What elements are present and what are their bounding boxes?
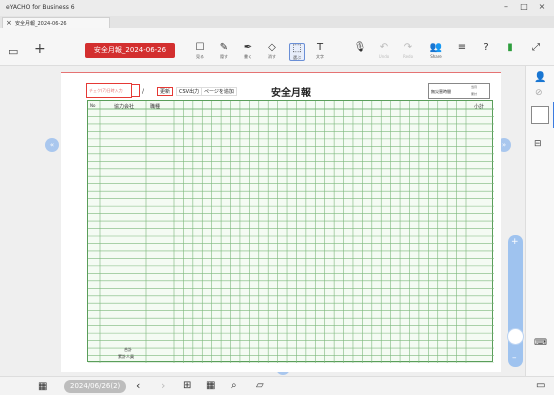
bottom-bar: ▦ 2024/06/26(2) ‹ › ⊞ ▦ ⌕ ▱ ▭ (0, 376, 554, 395)
no-accident-total: 累計 (471, 92, 478, 96)
no-accident-label: 無災害時間 (431, 89, 451, 94)
keyboard-icon[interactable]: ⌨ (534, 338, 547, 348)
next-page-button[interactable]: › (161, 379, 165, 392)
microphone-icon[interactable]: 🎙 (352, 43, 368, 61)
title-bar: eYACHO for Business 6 – □ × (0, 0, 554, 16)
share-icon[interactable]: 👥 Share (428, 43, 444, 61)
expand-icon[interactable]: ⤢ (528, 43, 544, 61)
pen-icon[interactable]: ✒ 書く (240, 43, 256, 61)
undo-icon[interactable]: ↶ Undo (376, 43, 392, 61)
page-date-badge[interactable]: 2024/06/26(2) (64, 380, 127, 393)
col-header-subtotal: 小計 (474, 104, 485, 110)
shape-icon[interactable]: ▱ (256, 380, 264, 391)
tab-bar: × 安全月報_2024-06-26 (0, 16, 554, 28)
user-icon[interactable]: 👤 (534, 72, 546, 83)
close-tab-icon[interactable]: × (6, 19, 12, 27)
grid-view-icon[interactable]: ▦ (206, 380, 215, 391)
calendar-icon[interactable]: ▦ (38, 381, 47, 392)
page-search-icon[interactable]: ⌕ (231, 380, 237, 391)
row-cumulative-label: 累計人員 (118, 354, 134, 359)
col-header-no: No (90, 103, 96, 108)
help-icon[interactable]: ? (478, 43, 494, 61)
csv-export-button[interactable]: CSV出力 (176, 87, 203, 96)
redo-icon[interactable]: ↷ Redo (400, 43, 416, 61)
zoom-slider-handle[interactable] (507, 328, 524, 345)
zoom-out-icon[interactable]: – (512, 353, 517, 363)
toolbar: ▭ + 安全月報_2024-06-26 ☐ 見る ✎ 隠す ✒ 書く ◇ 消す ⬚ 選ぶ … (0, 28, 554, 66)
minimize-button[interactable]: – (497, 2, 515, 14)
add-page-button[interactable]: ページを追加 (201, 87, 237, 96)
text-icon[interactable]: T 文字 (312, 43, 328, 61)
slash-text: / (142, 88, 145, 95)
close-window-button[interactable]: × (533, 2, 551, 14)
hide-icon[interactable]: ✎ 隠す (216, 43, 232, 61)
template-icon[interactable] (531, 106, 549, 124)
col-header-company: 協力会社 (114, 104, 135, 110)
app-title: eYACHO for Business 6 (6, 4, 75, 11)
link-icon[interactable]: ⊘ (535, 88, 543, 98)
right-panel: 👤 ⊘ ⊟ ⌨ (525, 66, 554, 376)
view-icon[interactable]: ☐ 見る (192, 43, 208, 61)
sheet-title: 安全月報 (271, 88, 311, 99)
date-input[interactable]: チェク(7)日時入力 (89, 88, 123, 94)
col-header-job: 職種 (150, 104, 161, 110)
zoom-in-icon[interactable]: + (511, 237, 519, 247)
folder-icon[interactable]: ▭ (8, 45, 18, 58)
row-total-label: 合計 (124, 347, 132, 352)
prev-page-arrow-icon[interactable]: « (45, 138, 59, 152)
layer-icon[interactable]: ⊟ (534, 139, 542, 149)
safety-report-table: No 協力会社 職種 小計 合計 累計人員 (87, 100, 494, 363)
update-button[interactable]: 更新 (157, 87, 174, 96)
select-icon[interactable]: ⬚ 選ぶ (289, 43, 305, 61)
tab-label: 安全月報_2024-06-26 (15, 21, 67, 27)
plus-icon[interactable]: + (34, 41, 46, 57)
no-accident-box: 無災害時間 当月 累計 (428, 83, 490, 99)
maximize-button[interactable]: □ (515, 2, 533, 14)
zoom-slider[interactable]: + – (508, 235, 523, 367)
table-grid-lines (88, 101, 494, 363)
document-tab[interactable]: × 安全月報_2024-06-26 (2, 17, 110, 28)
eraser-icon[interactable]: ◇ 消す (264, 43, 280, 61)
no-accident-month: 当月 (471, 85, 478, 89)
panel-toggle-icon[interactable]: ▭ (536, 380, 545, 391)
prev-page-button[interactable]: ‹ (136, 379, 140, 392)
checkbox-frame[interactable] (131, 84, 140, 97)
document-date-button[interactable]: 安全月報_2024-06-26 (85, 43, 175, 58)
add-page-icon[interactable]: ⊞ (183, 380, 191, 391)
menu-icon[interactable]: ≡ (454, 43, 470, 61)
status-icon: ▮ (507, 42, 513, 53)
